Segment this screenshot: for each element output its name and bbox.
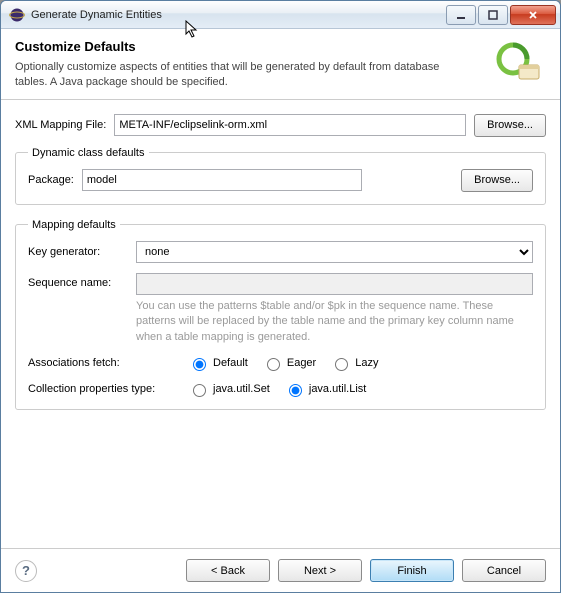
- maximize-button[interactable]: [478, 5, 508, 25]
- sequence-name-input: [136, 273, 533, 295]
- next-button[interactable]: Next >: [278, 559, 362, 582]
- eclipse-icon: [9, 7, 25, 23]
- assoc-fetch-default[interactable]: Default: [188, 355, 248, 371]
- mapping-defaults-group: Mapping defaults Key generator: none Seq…: [15, 219, 546, 410]
- wizard-body: XML Mapping File: Browse... Dynamic clas…: [1, 100, 560, 548]
- xml-mapping-browse-button[interactable]: Browse...: [474, 114, 546, 137]
- mapping-defaults-legend: Mapping defaults: [28, 219, 120, 231]
- xml-mapping-label: XML Mapping File:: [15, 119, 106, 131]
- package-label: Package:: [28, 174, 74, 186]
- wizard-banner-icon: [490, 39, 546, 85]
- key-generator-label: Key generator:: [28, 246, 128, 258]
- titlebar: Generate Dynamic Entities: [1, 1, 560, 29]
- key-generator-select[interactable]: none: [136, 241, 533, 263]
- minimize-button[interactable]: [446, 5, 476, 25]
- assoc-fetch-lazy[interactable]: Lazy: [330, 355, 378, 371]
- associations-fetch-options: Default Eager Lazy: [188, 355, 378, 371]
- wizard-window: Generate Dynamic Entities Customize Defa…: [0, 0, 561, 593]
- wizard-header: Customize Defaults Optionally customize …: [1, 29, 560, 100]
- package-input[interactable]: [82, 169, 362, 191]
- close-button[interactable]: [510, 5, 556, 25]
- coll-type-list[interactable]: java.util.List: [284, 381, 366, 397]
- help-button[interactable]: ?: [15, 560, 37, 582]
- cancel-button[interactable]: Cancel: [462, 559, 546, 582]
- wizard-footer: ? < Back Next > Finish Cancel: [1, 548, 560, 592]
- xml-mapping-row: XML Mapping File: Browse...: [15, 114, 546, 137]
- collection-type-row: Collection properties type: java.util.Se…: [28, 381, 533, 397]
- collection-type-options: java.util.Set java.util.List: [188, 381, 366, 397]
- assoc-fetch-eager[interactable]: Eager: [262, 355, 316, 371]
- sequence-name-hint: You can use the patterns $table and/or $…: [136, 299, 533, 345]
- sequence-name-label: Sequence name:: [28, 273, 128, 289]
- coll-type-set[interactable]: java.util.Set: [188, 381, 270, 397]
- collection-type-label: Collection properties type:: [28, 383, 178, 395]
- dynamic-class-defaults-legend: Dynamic class defaults: [28, 147, 149, 159]
- package-browse-button[interactable]: Browse...: [461, 169, 533, 192]
- dynamic-class-defaults-group: Dynamic class defaults Package: Browse..…: [15, 147, 546, 205]
- associations-fetch-label: Associations fetch:: [28, 357, 178, 369]
- window-controls: [446, 5, 556, 25]
- window-title: Generate Dynamic Entities: [31, 9, 162, 21]
- back-button[interactable]: < Back: [186, 559, 270, 582]
- associations-fetch-row: Associations fetch: Default Eager Lazy: [28, 355, 533, 371]
- page-description: Optionally customize aspects of entities…: [15, 60, 445, 91]
- finish-button[interactable]: Finish: [370, 559, 454, 582]
- xml-mapping-input[interactable]: [114, 114, 466, 136]
- page-title: Customize Defaults: [15, 39, 482, 54]
